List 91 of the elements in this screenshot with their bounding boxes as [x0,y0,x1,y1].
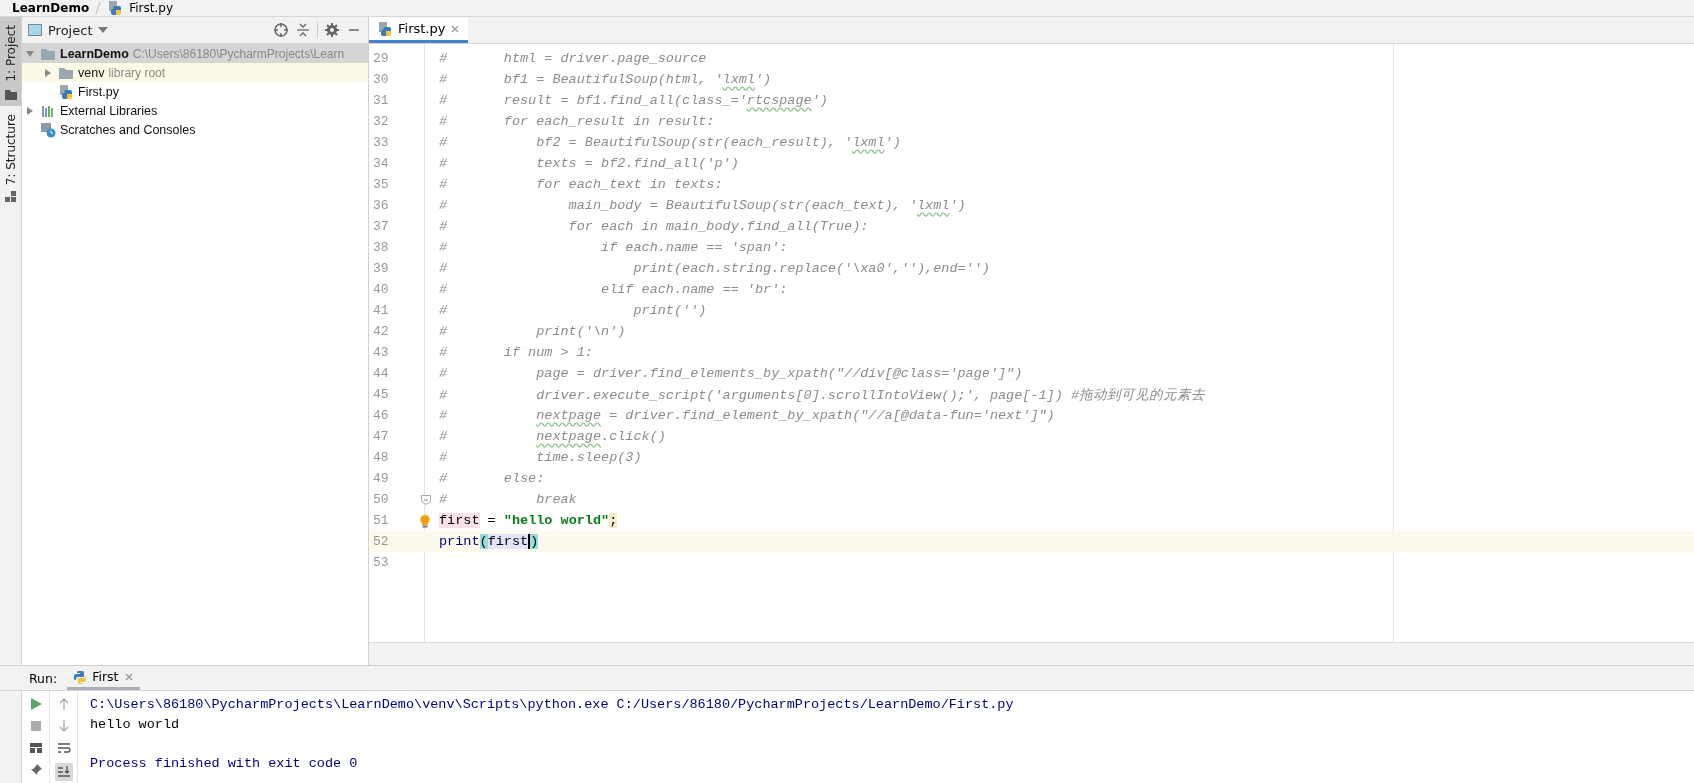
fold-marker-icon[interactable] [421,494,431,505]
code-line: # result = bf1.find_all(class_='rtcspage') [438,93,828,108]
line-number: 31 [372,93,390,108]
code-line: # else: [438,471,545,486]
tree-item[interactable]: Scratches and Consoles [22,120,368,139]
root-note: library root [108,65,166,80]
code-line: # for each in main_body.find_all(True): [438,219,869,234]
line-number: 40 [372,282,390,297]
lightbulb-icon[interactable] [419,513,431,528]
project-breadcrumb[interactable]: LearnDemo [12,1,90,15]
code-line: # for each_text in texts: [438,177,723,192]
code-line: # print('\n') [438,324,626,339]
collapse-all-icon[interactable] [295,22,311,38]
line-number: 44 [372,366,390,381]
code-line: # time.sleep(3) [438,450,642,465]
line-number: 49 [372,471,390,486]
line-number: 37 [372,219,390,234]
code-line: first = "hello world"; [438,513,618,528]
code-line: # break [438,492,577,507]
file-breadcrumb[interactable]: First.py [129,1,173,15]
line-number: 50 [372,492,390,507]
run-label: Run: [29,670,58,686]
line-number: 36 [372,198,390,213]
python-file-icon [58,83,74,100]
tool-window-tab[interactable]: 7: Structure [0,105,21,209]
line-number: 45 [372,387,390,402]
line-number: 43 [372,345,390,360]
line-number: 38 [372,240,390,255]
code-line: print(first) [438,534,539,549]
line-number: 52 [372,534,390,549]
python-icon [73,669,88,684]
window-icon [28,24,42,36]
console-line: C:\Users\86180\PycharmProjects\LearnDemo\venv\Scripts\python.exe C:/Users/86180/PycharmProjects/LearnDemo/First.py [90,696,1014,714]
item-label: venv [78,65,105,80]
caret-down-icon [98,27,109,33]
console-line: hello world [90,715,181,734]
tree-item[interactable]: LearnDemo C:\Users\86180\PycharmProjects\Learn [22,44,368,63]
structure-icon [4,190,17,203]
code-line: # html = driver.page_source [438,51,707,66]
code-line: # print('') [438,303,707,318]
item-label: LearnDemo [60,46,129,61]
code-line: # if each.name == 'span': [438,240,788,255]
code-line: # print(each.string.replace('\xa0',''),end='') [438,261,990,276]
tree-item[interactable]: First.py [22,82,368,101]
line-number: 51 [372,513,390,528]
code-line: # bf1 = BeautifulSoup(html, 'lxml') [438,72,772,87]
tree-item[interactable]: External Libraries [22,101,368,120]
code-line: # if num > 1: [438,345,593,360]
line-number: 34 [372,156,390,171]
code-line: # nextpage.click() [438,429,666,444]
crosshair-icon[interactable] [273,22,289,38]
code-line: # nextpage = driver.find_element_by_xpath("//a[@data-fun='next']") [438,408,1055,423]
breadcrumb-separator-icon [95,1,102,15]
line-number: 32 [372,114,390,129]
code-line: # main_body = BeautifulSoup(str(each_text), 'lxml') [438,198,966,213]
code-line: # elif each.name == 'br': [438,282,788,297]
tool-window-tab[interactable]: 1: Project [0,17,21,106]
editor-tab[interactable]: First.py [369,17,469,43]
run-icon[interactable] [28,697,43,711]
run-tab[interactable]: First [67,666,140,690]
tree-item[interactable]: venv library root [22,63,368,82]
soft-wrap-icon[interactable] [56,741,71,755]
line-number: 53 [372,555,390,570]
code-line: # bf2 = BeautifulSoup(str(each_result), 'lxml') [438,135,901,150]
line-number: 30 [372,72,390,87]
line-number: 46 [372,408,390,423]
python-file-icon [377,20,393,37]
line-number: 41 [372,303,390,318]
code-line: # for each_result in result: [438,114,715,129]
folder-icon [4,87,17,100]
stop-icon[interactable] [28,719,43,733]
line-number: 42 [372,324,390,339]
close-icon[interactable] [450,23,461,34]
layout-icon[interactable] [28,741,43,755]
console-line: Process finished with exit code 0 [90,754,359,773]
close-icon[interactable] [123,671,134,682]
project-view-dropdown[interactable]: Project [28,22,109,38]
line-number: 39 [372,261,390,276]
settings-icon[interactable] [324,22,340,38]
python-file-icon [107,0,124,16]
line-number: 33 [372,135,390,150]
line-number: 35 [372,177,390,192]
path-label: C:\Users\86180\PycharmProjects\Learn [132,46,345,61]
scroll-to-end-icon[interactable] [54,763,73,781]
line-number: 47 [372,429,390,444]
line-number: 29 [372,51,390,66]
console-clock-icon [40,121,56,138]
line-number: 48 [372,450,390,465]
code-line: # texts = bf2.find_all('p') [438,156,739,171]
code-line: # driver.execute_script('arguments[0].scrollIntoView();', page[-1]) #拖动到可见的元素去 [438,386,1205,404]
code-line: # page = driver.find_elements_by_xpath("//div[@class='page']") [438,366,1023,381]
